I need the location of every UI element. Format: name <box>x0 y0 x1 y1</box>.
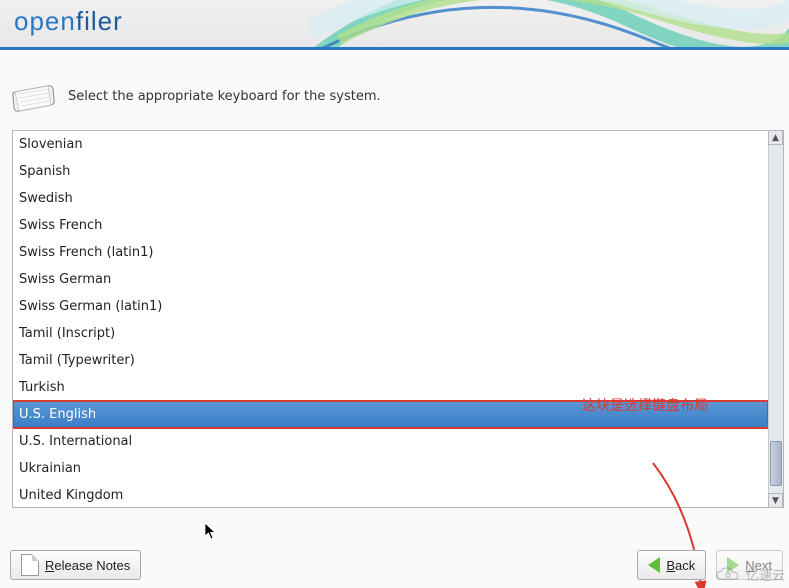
list-item[interactable]: Tamil (Typewriter) <box>13 347 768 374</box>
keyboard-list[interactable]: SlovenianSpanishSwedishSwiss FrenchSwiss… <box>13 131 768 507</box>
list-item[interactable]: Tamil (Inscript) <box>13 320 768 347</box>
document-icon <box>21 554 39 576</box>
scroll-thumb[interactable] <box>770 441 782 486</box>
watermark-text: 亿速云 <box>746 565 785 584</box>
list-item[interactable]: Swiss German <box>13 266 768 293</box>
footer-buttons: Release Notes Back Next <box>10 550 783 580</box>
list-item[interactable]: Ukrainian <box>13 455 768 482</box>
watermark: 亿速云 <box>714 565 785 584</box>
list-item[interactable]: Swiss French <box>13 212 768 239</box>
scroll-down-arrow[interactable]: ▼ <box>768 493 783 508</box>
scrollbar[interactable]: ▲ ▼ <box>768 131 783 507</box>
list-item[interactable]: Spanish <box>13 158 768 185</box>
list-item[interactable]: Swiss German (latin1) <box>13 293 768 320</box>
keyboard-list-container: SlovenianSpanishSwedishSwiss FrenchSwiss… <box>12 130 784 508</box>
scroll-up-arrow[interactable]: ▲ <box>768 130 783 145</box>
keyboard-icon <box>12 80 56 112</box>
instruction-row: Select the appropriate keyboard for the … <box>12 80 789 112</box>
instruction-text: Select the appropriate keyboard for the … <box>68 89 381 104</box>
main-content: Select the appropriate keyboard for the … <box>0 50 789 508</box>
annotation-text: 这块是选择键盘布局 <box>582 395 708 415</box>
installer-header: openfiler <box>0 0 789 50</box>
release-notes-label: Release Notes <box>45 558 130 573</box>
mouse-cursor <box>204 522 218 544</box>
back-button[interactable]: Back <box>637 550 706 580</box>
back-label: Back <box>666 558 695 573</box>
brand-logo: openfiler <box>14 6 123 37</box>
list-item[interactable]: Slovenian <box>13 131 768 158</box>
header-decoration <box>309 0 789 50</box>
list-item[interactable]: U.S. International <box>13 428 768 455</box>
list-item[interactable]: Swedish <box>13 185 768 212</box>
list-item[interactable]: Swiss French (latin1) <box>13 239 768 266</box>
arrow-left-icon <box>648 557 660 573</box>
release-notes-button[interactable]: Release Notes <box>10 550 141 580</box>
list-item[interactable]: United Kingdom <box>13 482 768 507</box>
